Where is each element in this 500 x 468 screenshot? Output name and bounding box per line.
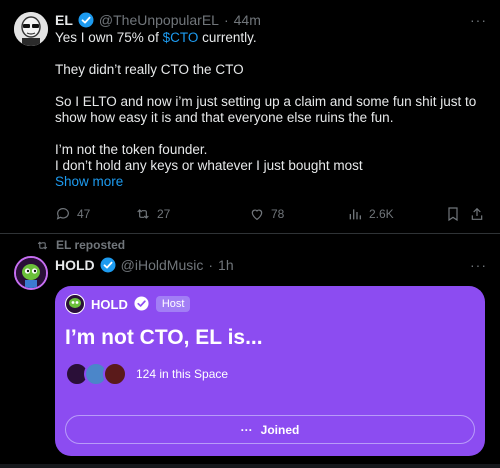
post1-para2: They didn’t really CTO the CTO xyxy=(55,62,244,77)
post1-para4-line1: I’m not the token founder. xyxy=(55,142,208,157)
repost-small-icon xyxy=(37,240,48,250)
bookmark-icon xyxy=(448,207,458,222)
post2-separator: · xyxy=(208,257,214,273)
joined-button[interactable]: ··· Joined xyxy=(65,415,475,444)
verified-badge-icon xyxy=(100,257,116,273)
post1-para3: So I ELTO and now i’m just setting up a … xyxy=(55,94,477,125)
share-button[interactable] xyxy=(469,206,485,222)
post2-more-icon[interactable]: ··· xyxy=(470,257,487,273)
space-host-name: HOLD xyxy=(91,296,128,312)
repost-banner[interactable]: EL reposted xyxy=(36,238,125,252)
joined-dots-icon: ··· xyxy=(240,422,253,437)
views-button[interactable]: 2.6K xyxy=(347,206,394,222)
post1-time[interactable]: 44m xyxy=(234,12,261,28)
next-post-edge xyxy=(0,464,500,468)
bookmark-button[interactable] xyxy=(445,206,461,222)
space-card[interactable]: HOLD Host I’m not CTO, EL is... 124 in t… xyxy=(55,286,485,456)
cashtag-link[interactable]: $CTO xyxy=(163,30,199,45)
post1-body: Yes I own 75% of $CTO currently. They di… xyxy=(55,30,490,190)
post1-para4-line2: I don’t hold any keys or whatever I just… xyxy=(55,158,363,173)
post2-header: HOLD @iHoldMusic · 1h xyxy=(55,255,234,275)
hold-avatar[interactable] xyxy=(14,256,48,290)
space-host-row: HOLD Host xyxy=(65,294,191,314)
post1-author-handle[interactable]: @TheUnpopularEL xyxy=(99,12,219,28)
reply-icon xyxy=(56,208,69,220)
reply-count: 47 xyxy=(77,207,91,221)
repost-banner-text: EL reposted xyxy=(56,238,126,252)
views-count: 2.6K xyxy=(369,207,394,221)
heart-icon xyxy=(251,209,263,221)
repost-icon xyxy=(137,209,149,219)
host-badge: Host xyxy=(155,296,191,312)
post1-actions: 47 27 78 2.6K xyxy=(55,206,485,224)
share-icon xyxy=(471,207,483,220)
repost-button[interactable]: 27 xyxy=(135,206,170,222)
post1-author-name[interactable]: EL xyxy=(55,12,73,28)
verified-badge-icon xyxy=(78,12,94,28)
joined-label: Joined xyxy=(260,422,300,437)
listener-avatar xyxy=(103,362,127,386)
like-count: 78 xyxy=(271,207,285,221)
post1-header: EL @TheUnpopularEL · 44m xyxy=(55,10,261,30)
show-more-link[interactable]: Show more xyxy=(55,174,490,190)
post2-author-handle[interactable]: @iHoldMusic xyxy=(121,257,204,273)
listener-count: 124 in this Space xyxy=(136,367,229,381)
post-divider xyxy=(0,233,500,234)
post1-line1: Yes I own 75% of $CTO currently. xyxy=(55,30,257,45)
reply-button[interactable]: 47 xyxy=(55,206,90,222)
post1-more-icon[interactable]: ··· xyxy=(470,12,487,28)
views-icon xyxy=(349,209,361,220)
space-title: I’m not CTO, EL is... xyxy=(65,326,263,349)
post2-author-name[interactable]: HOLD xyxy=(55,257,95,273)
like-button[interactable]: 78 xyxy=(249,206,284,222)
space-listeners: 124 in this Space xyxy=(65,362,228,386)
post1-separator: · xyxy=(223,12,229,28)
space-host-avatar xyxy=(65,294,85,314)
el-avatar[interactable] xyxy=(14,12,48,46)
post2-time[interactable]: 1h xyxy=(218,257,234,273)
verified-badge-icon xyxy=(134,296,150,312)
repost-count: 27 xyxy=(157,207,171,221)
